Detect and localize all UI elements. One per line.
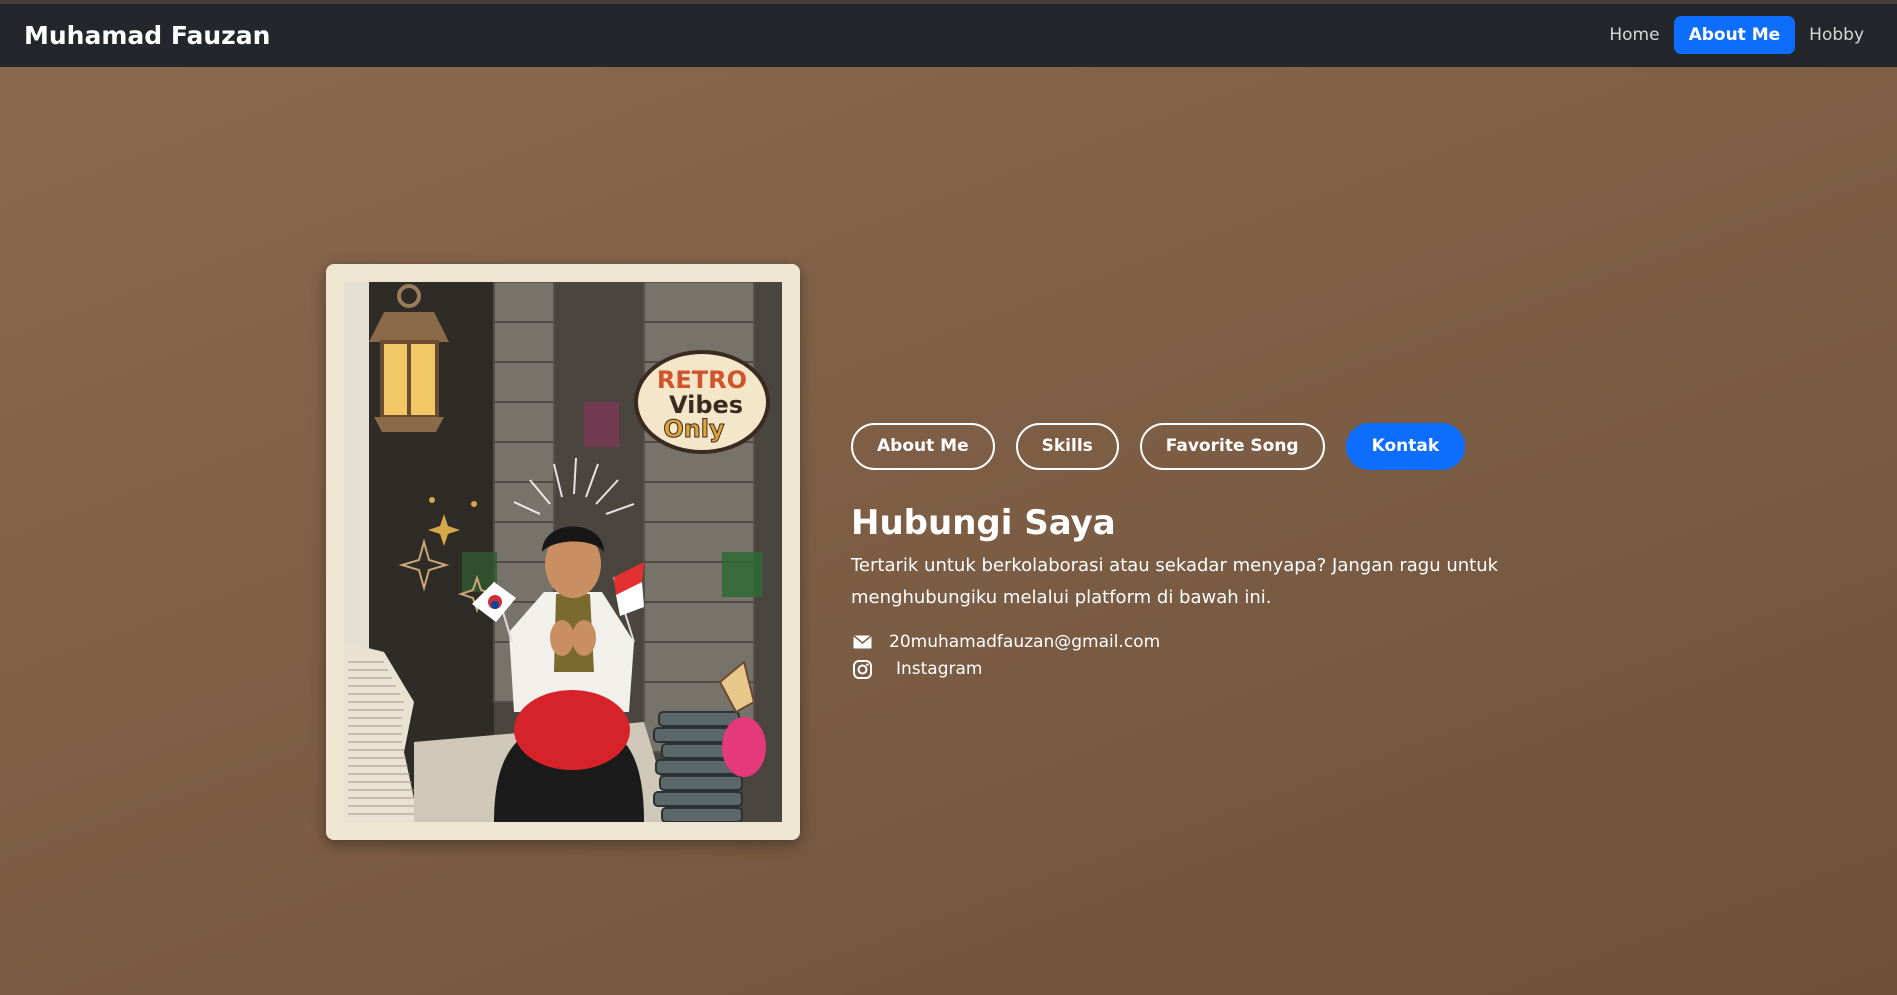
contact-description: Tertarik untuk berkolaborasi atau sekada… (851, 555, 1499, 608)
tab-favorite-song[interactable]: Favorite Song (1139, 423, 1325, 470)
envelope-icon (851, 631, 873, 653)
contact-title: Hubungi Saya (851, 503, 1116, 543)
contact-email-row: 20muhamadfauzan@gmail.com (851, 631, 1160, 653)
contact-instagram-row: Instagram (851, 658, 983, 680)
navbar: Muhamad Fauzan Home About Me Hobby (0, 4, 1897, 67)
sticker-line-only: Only (663, 415, 725, 443)
profile-photo: RETRO Vibes Only (344, 282, 782, 822)
tab-kontak[interactable]: Kontak (1345, 423, 1466, 470)
section-tabs: About Me Skills Favorite Song Kontak (851, 423, 1466, 470)
contact-email[interactable]: 20muhamadfauzan@gmail.com (889, 631, 1160, 653)
nav-about-link[interactable]: About Me (1673, 16, 1796, 54)
contact-instagram-link[interactable]: Instagram (896, 658, 983, 680)
nav-home-link[interactable]: Home (1601, 16, 1667, 54)
brand-logo[interactable]: Muhamad Fauzan (24, 21, 270, 51)
tab-about-me[interactable]: About Me (851, 423, 995, 470)
profile-photo-frame: RETRO Vibes Only (326, 264, 800, 840)
sticker-line-retro: RETRO (657, 366, 747, 394)
nav-hobby-link[interactable]: Hobby (1801, 16, 1872, 54)
tab-skills[interactable]: Skills (1015, 423, 1119, 470)
instagram-icon[interactable] (851, 658, 873, 680)
nav-links: Home About Me Hobby (1601, 16, 1872, 54)
